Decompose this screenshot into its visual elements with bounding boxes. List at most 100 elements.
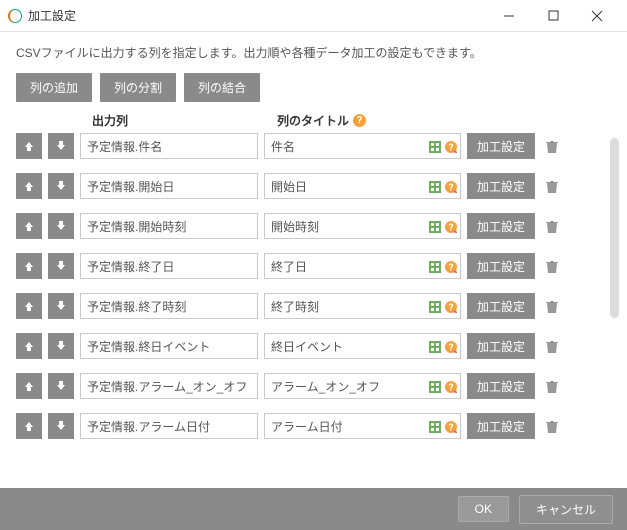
svg-text:?: ? xyxy=(448,142,454,152)
toolbar: 列の追加 列の分割 列の結合 xyxy=(0,69,627,112)
move-up-button[interactable] xyxy=(16,373,42,399)
scrollbar-thumb[interactable] xyxy=(610,138,619,318)
field-help-icon[interactable]: ? xyxy=(445,180,457,192)
move-up-button[interactable] xyxy=(16,293,42,319)
move-up-button[interactable] xyxy=(16,253,42,279)
column-headers: 出力列 列のタイトル ? xyxy=(0,112,627,133)
title-input-wrap: ? xyxy=(264,253,461,279)
field-help-icon[interactable]: ? xyxy=(445,340,457,352)
titlebar: 加工設定 xyxy=(0,0,627,32)
delete-row-button[interactable] xyxy=(541,215,563,237)
move-down-button[interactable] xyxy=(48,293,74,319)
move-down-button[interactable] xyxy=(48,373,74,399)
output-column-input[interactable] xyxy=(80,173,258,199)
cancel-button[interactable]: キャンセル xyxy=(519,495,613,524)
maximize-button[interactable] xyxy=(531,1,575,31)
table-picker-icon[interactable] xyxy=(429,300,441,312)
title-input-wrap: ? xyxy=(264,133,461,159)
move-down-button[interactable] xyxy=(48,173,74,199)
table-row: ? 加工設定 xyxy=(16,133,619,159)
description-text: CSVファイルに出力する列を指定します。出力順や各種データ加工の設定もできます。 xyxy=(0,32,627,69)
svg-text:?: ? xyxy=(448,262,454,272)
move-down-button[interactable] xyxy=(48,213,74,239)
title-input-wrap: ? xyxy=(264,373,461,399)
move-down-button[interactable] xyxy=(48,253,74,279)
output-column-input[interactable] xyxy=(80,373,258,399)
header-title-label: 列のタイトル xyxy=(277,112,349,129)
delete-row-button[interactable] xyxy=(541,135,563,157)
move-down-button[interactable] xyxy=(48,333,74,359)
output-column-input[interactable] xyxy=(80,413,258,439)
delete-row-button[interactable] xyxy=(541,375,563,397)
svg-text:?: ? xyxy=(448,422,454,432)
delete-row-button[interactable] xyxy=(541,255,563,277)
processing-settings-button[interactable]: 加工設定 xyxy=(467,253,535,279)
processing-settings-button[interactable]: 加工設定 xyxy=(467,333,535,359)
move-down-button[interactable] xyxy=(48,413,74,439)
field-help-icon[interactable]: ? xyxy=(445,220,457,232)
table-picker-icon[interactable] xyxy=(429,420,441,432)
move-up-button[interactable] xyxy=(16,133,42,159)
table-row: ? 加工設定 xyxy=(16,333,619,359)
header-title: 列のタイトル ? xyxy=(277,112,366,129)
processing-settings-button[interactable]: 加工設定 xyxy=(467,173,535,199)
delete-row-button[interactable] xyxy=(541,415,563,437)
split-column-button[interactable]: 列の分割 xyxy=(100,73,176,102)
move-up-button[interactable] xyxy=(16,173,42,199)
move-up-button[interactable] xyxy=(16,213,42,239)
title-input-wrap: ? xyxy=(264,173,461,199)
svg-text:?: ? xyxy=(448,342,454,352)
header-output: 出力列 xyxy=(92,112,277,129)
field-help-icon[interactable]: ? xyxy=(445,260,457,272)
table-picker-icon[interactable] xyxy=(429,180,441,192)
table-picker-icon[interactable] xyxy=(429,220,441,232)
processing-settings-button[interactable]: 加工設定 xyxy=(467,293,535,319)
svg-text:?: ? xyxy=(448,222,454,232)
app-logo-icon xyxy=(8,9,22,23)
processing-settings-button[interactable]: 加工設定 xyxy=(467,213,535,239)
help-icon[interactable]: ? xyxy=(353,114,366,127)
footer: OK キャンセル xyxy=(0,488,627,530)
svg-text:?: ? xyxy=(448,302,454,312)
output-column-input[interactable] xyxy=(80,293,258,319)
table-row: ? 加工設定 xyxy=(16,173,619,199)
table-row: ? 加工設定 xyxy=(16,293,619,319)
close-button[interactable] xyxy=(575,1,619,31)
add-column-button[interactable]: 列の追加 xyxy=(16,73,92,102)
delete-row-button[interactable] xyxy=(541,335,563,357)
table-picker-icon[interactable] xyxy=(429,260,441,272)
move-up-button[interactable] xyxy=(16,413,42,439)
table-picker-icon[interactable] xyxy=(429,380,441,392)
output-column-input[interactable] xyxy=(80,253,258,279)
field-help-icon[interactable]: ? xyxy=(445,140,457,152)
field-help-icon[interactable]: ? xyxy=(445,300,457,312)
rows-container: ? 加工設定? 加工設定? 加工設定? 加工設定? 加工設定? 加工設定? 加工設定? 加工設定 xyxy=(0,133,627,486)
title-input-wrap: ? xyxy=(264,213,461,239)
field-help-icon[interactable]: ? xyxy=(445,380,457,392)
ok-button[interactable]: OK xyxy=(458,496,509,522)
title-input-wrap: ? xyxy=(264,333,461,359)
move-up-button[interactable] xyxy=(16,333,42,359)
output-column-input[interactable] xyxy=(80,213,258,239)
table-row: ? 加工設定 xyxy=(16,373,619,399)
table-picker-icon[interactable] xyxy=(429,340,441,352)
table-picker-icon[interactable] xyxy=(429,140,441,152)
title-input-wrap: ? xyxy=(264,413,461,439)
move-down-button[interactable] xyxy=(48,133,74,159)
delete-row-button[interactable] xyxy=(541,175,563,197)
title-input-wrap: ? xyxy=(264,293,461,319)
svg-text:?: ? xyxy=(448,182,454,192)
minimize-button[interactable] xyxy=(487,1,531,31)
output-column-input[interactable] xyxy=(80,133,258,159)
table-row: ? 加工設定 xyxy=(16,213,619,239)
window-title: 加工設定 xyxy=(28,7,487,24)
output-column-input[interactable] xyxy=(80,333,258,359)
processing-settings-button[interactable]: 加工設定 xyxy=(467,373,535,399)
processing-settings-button[interactable]: 加工設定 xyxy=(467,133,535,159)
table-row: ? 加工設定 xyxy=(16,413,619,439)
field-help-icon[interactable]: ? xyxy=(445,420,457,432)
table-row: ? 加工設定 xyxy=(16,253,619,279)
join-column-button[interactable]: 列の結合 xyxy=(184,73,260,102)
processing-settings-button[interactable]: 加工設定 xyxy=(467,413,535,439)
delete-row-button[interactable] xyxy=(541,295,563,317)
